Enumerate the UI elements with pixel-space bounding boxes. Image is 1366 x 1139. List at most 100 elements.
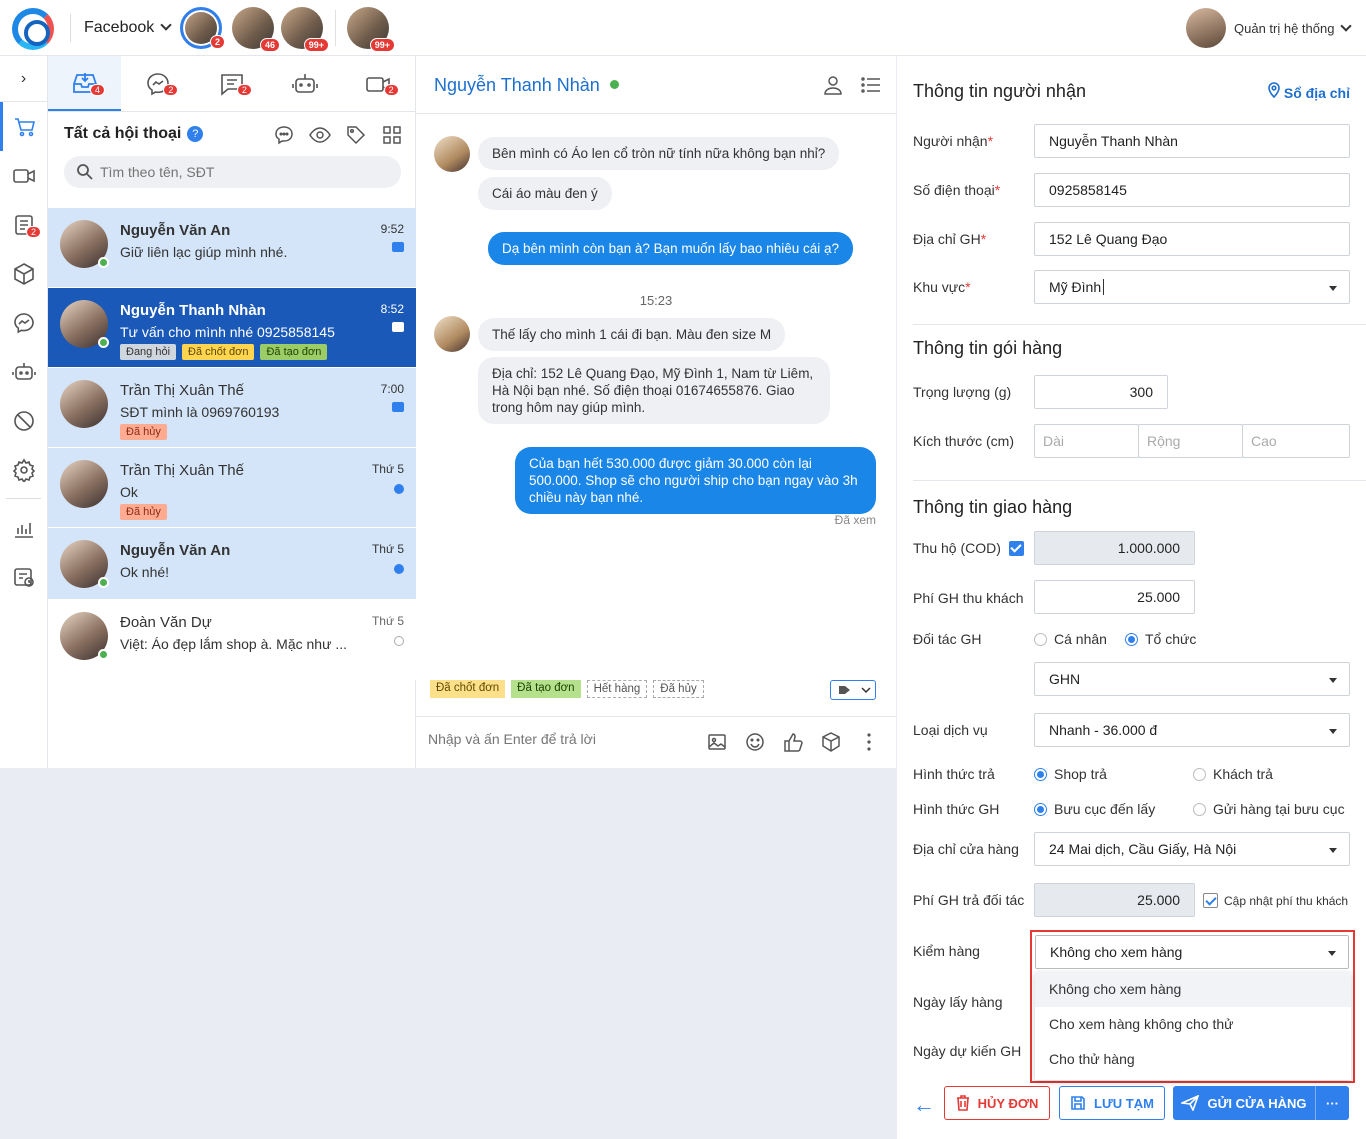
channel-select[interactable]: Facebook [84, 19, 172, 37]
field-value: 25.000 [1137, 589, 1180, 605]
like-icon[interactable] [782, 731, 804, 753]
dropdown-option[interactable]: Không cho xem hàng [1035, 972, 1351, 1007]
more-options-button[interactable]: ··· [1315, 1086, 1349, 1120]
cart-icon[interactable] [0, 102, 47, 151]
image-icon[interactable] [706, 731, 728, 753]
ship-dropoff-radio[interactable]: Gửi hàng tại bưu cục [1193, 801, 1345, 817]
save-draft-button[interactable]: LƯU TẠM [1059, 1086, 1165, 1120]
report-icon[interactable] [0, 552, 47, 601]
page-avatar[interactable]: 99+ [281, 7, 329, 52]
address-field[interactable]: 152 Lê Quang Đạo [1034, 222, 1350, 256]
cod-field[interactable]: 1.000.000 [1034, 531, 1195, 565]
package-icon[interactable] [820, 731, 842, 753]
more-vertical-icon[interactable] [858, 731, 880, 753]
conversation-item[interactable]: Nguyễn Thanh Nhàn Tư vấn cho mình nhé 09… [48, 288, 416, 368]
chat-contact[interactable]: Nguyễn Thanh Nhàn [434, 75, 619, 96]
address-book-link[interactable]: Sổ địa chỉ [1268, 82, 1350, 101]
quick-tag[interactable]: Hết hàng [586, 680, 648, 698]
emoji-icon[interactable] [744, 731, 766, 753]
block-icon[interactable] [0, 396, 47, 445]
conversation-item[interactable]: Trần Thị Xuân Thế SĐT mình là 0969760193… [48, 368, 416, 448]
top-bar: Facebook 2 46 99+ 99+ Quản trị hệ thống [0, 0, 1366, 56]
dropdown-option[interactable]: Cho thử hàng [1035, 1042, 1351, 1077]
phone-field[interactable]: 0925858145 [1034, 173, 1350, 207]
recipient-name-field[interactable]: Nguyễn Thanh Nhàn [1034, 124, 1350, 158]
quick-tag[interactable]: Đã chốt đơn [430, 680, 506, 698]
tab-badge: 2 [163, 84, 179, 96]
incoming-message: Bên mình có Áo len cổ tròn nữ tính nữa k… [478, 137, 840, 170]
message-input[interactable] [428, 731, 678, 747]
quick-tag[interactable]: Đã tạo đơn [511, 680, 581, 698]
length-field[interactable]: Dài [1034, 424, 1139, 458]
message-icon [392, 242, 404, 252]
page-avatar[interactable]: 2 [180, 7, 225, 49]
tab-badge: 4 [90, 84, 106, 96]
update-fee-label: Cập nhật phí thu khách [1224, 894, 1349, 908]
send-to-store-button[interactable]: GỬI CỬA HÀNG ··· [1173, 1086, 1349, 1120]
conversation-item[interactable]: Đoàn Văn Dự Việt: Áo đẹp lắm shop à. Mặc… [48, 600, 416, 680]
comment-tab[interactable]: 2 [195, 56, 268, 111]
conversation-item[interactable]: Trần Thị Xuân Thế Ok Thứ 5 Đã hủy [48, 448, 416, 528]
tag-icon[interactable] [345, 124, 367, 146]
grid-icon[interactable] [381, 124, 403, 146]
field-value: 300 [1129, 384, 1153, 400]
admin-avatar[interactable] [1186, 8, 1226, 48]
service-select[interactable]: Nhanh - 36.000 đ [1034, 713, 1350, 747]
height-field[interactable]: Cao [1242, 424, 1350, 458]
back-arrow-icon[interactable]: ← [913, 1092, 935, 1118]
page-avatar[interactable]: 46 [232, 7, 280, 52]
quick-tag[interactable]: Đã hủy [653, 680, 704, 698]
page-avatar[interactable]: 99+ [347, 7, 395, 52]
field-value: Không cho xem hàng [1050, 944, 1183, 960]
list-icon[interactable] [860, 74, 882, 96]
conversation-search [64, 156, 401, 188]
conversation-filter-title[interactable]: Tất cả hội thoại [64, 125, 181, 143]
video-icon[interactable] [0, 151, 47, 200]
app-logo[interactable] [12, 8, 54, 50]
weight-field[interactable]: 300 [1034, 375, 1168, 409]
pay-customer-radio[interactable]: Khách trả [1193, 766, 1273, 782]
cod-checkbox[interactable] [1009, 541, 1024, 556]
store-address-select[interactable]: 24 Mai dịch, Cầu Giấy, Hà Nội [1034, 832, 1350, 866]
tag-select[interactable] [830, 680, 876, 700]
stats-icon[interactable] [0, 503, 47, 552]
box-icon[interactable] [0, 249, 47, 298]
button-label: GỬI CỬA HÀNG [1207, 1095, 1307, 1111]
chat-filter-icon[interactable] [273, 124, 295, 146]
eye-icon[interactable] [309, 124, 331, 146]
conversation-item[interactable]: Nguyễn Văn An Ok nhé! Thứ 5 [48, 528, 416, 600]
message-icon [392, 322, 404, 332]
livestream-tab[interactable]: 2 [342, 56, 415, 111]
bot-tab[interactable] [268, 56, 341, 111]
radio-label: Bưu cục đến lấy [1054, 801, 1156, 817]
help-icon[interactable]: ? [187, 126, 204, 142]
admin-menu[interactable]: Quản trị hệ thống [1234, 20, 1353, 36]
area-select[interactable]: Mỹ Đình [1034, 270, 1350, 304]
pay-shop-radio[interactable]: Shop trả [1034, 766, 1107, 782]
inbox-tab[interactable]: 4 [48, 56, 122, 111]
partner-fee-field[interactable]: 25.000 [1034, 883, 1195, 917]
width-field[interactable]: Rộng [1138, 424, 1243, 458]
settings-icon[interactable] [0, 445, 47, 494]
incoming-message: Thế lấy cho mình 1 cái đi bạn. Màu đen s… [478, 318, 786, 351]
messenger-tab[interactable]: 2 [121, 56, 194, 111]
expand-icon[interactable]: › [0, 56, 47, 102]
partner-org-radio[interactable]: Tổ chức [1125, 631, 1196, 647]
search-input[interactable] [100, 164, 380, 180]
user-icon[interactable] [822, 74, 844, 96]
message-composer [416, 716, 896, 768]
cancel-order-button[interactable]: HỦY ĐƠN [944, 1086, 1050, 1120]
orders-icon[interactable]: 2 [0, 200, 47, 249]
avatar [60, 540, 109, 588]
bot-icon[interactable] [0, 347, 47, 396]
update-fee-checkbox[interactable] [1203, 893, 1218, 908]
field-placeholder: Cao [1251, 433, 1277, 449]
partner-individual-radio[interactable]: Cá nhân [1034, 631, 1107, 647]
dropdown-option[interactable]: Cho xem hàng không cho thử [1035, 1007, 1351, 1042]
customer-fee-field[interactable]: 25.000 [1034, 580, 1195, 614]
messenger-icon[interactable] [0, 298, 47, 347]
inspect-select[interactable]: Không cho xem hàng [1035, 935, 1349, 969]
ship-pickup-radio[interactable]: Bưu cục đến lấy [1034, 801, 1155, 817]
conversation-item[interactable]: Nguyễn Văn An Giữ liên lạc giúp mình nhé… [48, 208, 416, 288]
carrier-select[interactable]: GHN [1034, 662, 1350, 696]
